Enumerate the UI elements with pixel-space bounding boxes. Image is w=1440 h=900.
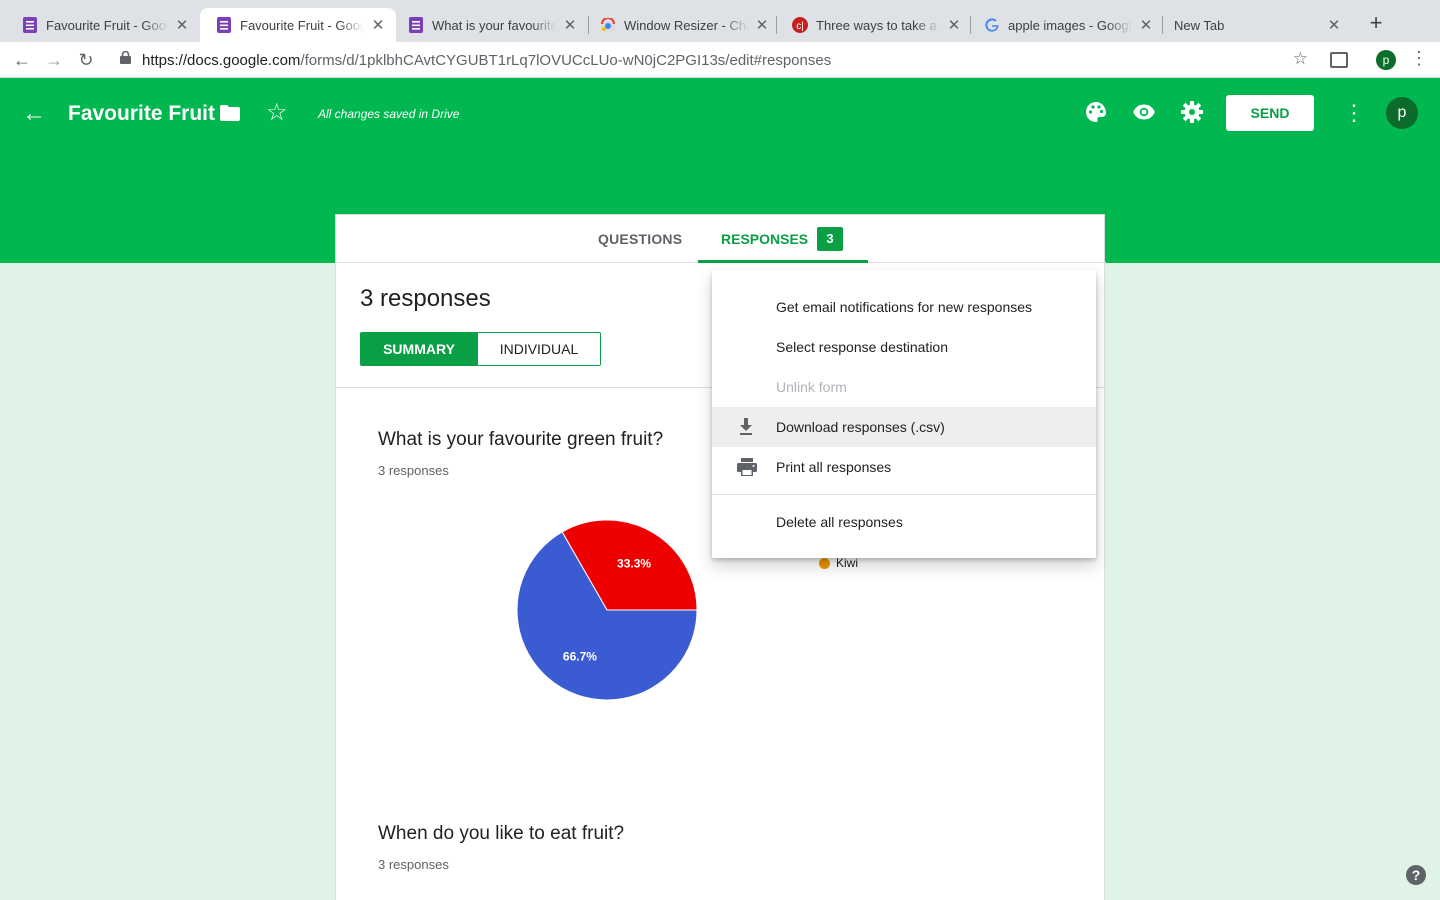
tab-title: Window Resizer - Chrome — [624, 17, 748, 33]
pie-slice-label: 33.3% — [617, 556, 651, 570]
tab-responses[interactable]: RESPONSES — [721, 231, 808, 247]
question-response-count: 3 responses — [378, 857, 449, 872]
summary-individual-toggle: SUMMARY INDIVIDUAL — [360, 332, 601, 366]
form-tabs: QUESTIONS RESPONSES 3 — [336, 215, 1106, 263]
tab-title: Three ways to take a screenshot — [816, 17, 940, 33]
close-icon[interactable]: ✕ — [1326, 16, 1342, 34]
chrome-store-icon — [600, 17, 616, 33]
new-tab-plus-icon[interactable]: + — [1364, 12, 1388, 36]
browser-tab[interactable]: c| Three ways to take a screenshot ✕ — [776, 8, 972, 42]
forward-arrow-icon[interactable]: → — [42, 48, 66, 72]
google-icon — [984, 17, 1000, 33]
profile-avatar[interactable]: p — [1376, 50, 1396, 70]
pie-chart-svg: 33.3% 66.7% — [516, 519, 698, 701]
lock-icon — [120, 50, 134, 69]
back-arrow-icon[interactable]: ← — [22, 100, 46, 128]
question-title: What is your favourite green fruit? — [378, 429, 664, 450]
close-icon[interactable]: ✕ — [946, 16, 962, 34]
menu-item-select-destination[interactable]: Select response destination — [712, 327, 1096, 367]
menu-item-email-notifications[interactable]: Get email notifications for new response… — [712, 287, 1096, 327]
url-path: /forms/d/1pklbhCAvtCYGUBT1rLq7lOVUCcLUo-… — [300, 51, 832, 69]
individual-button[interactable]: INDIVIDUAL — [478, 332, 601, 366]
menu-divider — [712, 494, 1096, 495]
responses-heading: 3 responses — [360, 285, 491, 312]
print-icon — [736, 457, 758, 477]
menu-item-print[interactable]: Print all responses — [712, 447, 1096, 487]
legend-swatch — [819, 557, 830, 569]
responses-count-badge: 3 — [817, 227, 843, 251]
browser-tab[interactable]: Favourite Fruit - Google Forms ✕ — [6, 8, 200, 42]
back-arrow-icon[interactable]: ← — [10, 48, 34, 72]
svg-text:c|: c| — [796, 21, 804, 32]
folder-icon[interactable] — [220, 105, 240, 121]
tab-title: apple images - Google Search — [1008, 17, 1132, 33]
close-icon[interactable]: ✕ — [1138, 16, 1154, 34]
browser-tab[interactable]: Window Resizer - Chrome ✕ — [584, 8, 780, 42]
browser-tab-active[interactable]: Favourite Fruit - Google Forms ✕ — [200, 8, 396, 42]
tab-title: Favourite Fruit - Google Forms — [240, 17, 364, 33]
forms-icon — [216, 17, 232, 33]
menu-item-label: Download responses (.csv) — [776, 419, 945, 435]
account-avatar[interactable]: p — [1386, 97, 1418, 129]
responses-options-menu: Get email notifications for new response… — [712, 270, 1096, 558]
tab-title: What is your favourite fruit — [432, 17, 556, 33]
menu-item-unlink-form: Unlink form — [776, 379, 847, 395]
tab-title: New Tab — [1174, 17, 1225, 33]
screenshot-extension-icon[interactable] — [1330, 52, 1348, 68]
bookmark-star-icon[interactable]: ☆ — [1293, 49, 1308, 69]
question-title: When do you like to eat fruit? — [378, 823, 625, 844]
close-icon[interactable]: ✕ — [370, 16, 386, 34]
preview-eye-icon[interactable] — [1132, 100, 1156, 124]
send-button[interactable]: SEND — [1226, 95, 1314, 131]
forms-icon — [408, 17, 424, 33]
address-bar[interactable]: https://docs.google.com/forms/d/1pklbhCA… — [110, 46, 1316, 74]
close-icon[interactable]: ✕ — [562, 16, 578, 34]
save-status: All changes saved in Drive — [318, 107, 460, 121]
browser-tab[interactable]: New Tab ✕ — [1158, 8, 1352, 42]
reload-icon[interactable]: ↻ — [74, 48, 98, 72]
menu-item-delete-all[interactable]: Delete all responses — [712, 502, 1096, 542]
browser-tab-strip: Favourite Fruit - Google Forms ✕ Favouri… — [0, 0, 1440, 42]
summary-button[interactable]: SUMMARY — [360, 332, 478, 366]
settings-gear-icon[interactable] — [1180, 100, 1204, 124]
browser-menu-icon[interactable]: ⋮ — [1410, 48, 1428, 69]
url-text: https://docs.google.com/forms/d/1pklbhCA… — [142, 52, 831, 69]
form-title[interactable]: Favourite Fruit — [68, 102, 215, 126]
browser-tab[interactable]: What is your favourite fruit ✕ — [392, 8, 588, 42]
menu-item-label: Print all responses — [776, 459, 892, 475]
download-icon — [736, 417, 758, 437]
active-tab-indicator — [698, 260, 868, 263]
palette-icon[interactable] — [1084, 100, 1108, 124]
more-vert-icon[interactable]: ⋮ — [1343, 100, 1365, 126]
close-icon[interactable]: ✕ — [754, 16, 770, 34]
browser-tab[interactable]: apple images - Google Search ✕ — [968, 8, 1164, 42]
help-icon[interactable]: ? — [1406, 865, 1426, 885]
pie-slice-label: 66.7% — [563, 650, 597, 664]
close-icon[interactable]: ✕ — [174, 16, 190, 34]
forms-icon — [22, 17, 38, 33]
site-c-icon: c| — [792, 17, 808, 33]
question-response-count: 3 responses — [378, 463, 449, 478]
url-host: https://docs.google.com — [142, 51, 301, 69]
legend-label: Kiwi — [836, 556, 859, 570]
tab-title: Favourite Fruit - Google Forms — [46, 17, 168, 33]
tab-questions[interactable]: QUESTIONS — [598, 231, 682, 247]
chart-legend-item: Kiwi — [819, 556, 858, 570]
star-icon[interactable]: ☆ — [266, 98, 288, 127]
browser-toolbar: ← → ↻ https://docs.google.com/forms/d/1p… — [0, 42, 1440, 78]
pie-chart: 33.3% 66.7% — [516, 519, 698, 701]
menu-item-download-csv[interactable]: Download responses (.csv) — [712, 407, 1096, 447]
